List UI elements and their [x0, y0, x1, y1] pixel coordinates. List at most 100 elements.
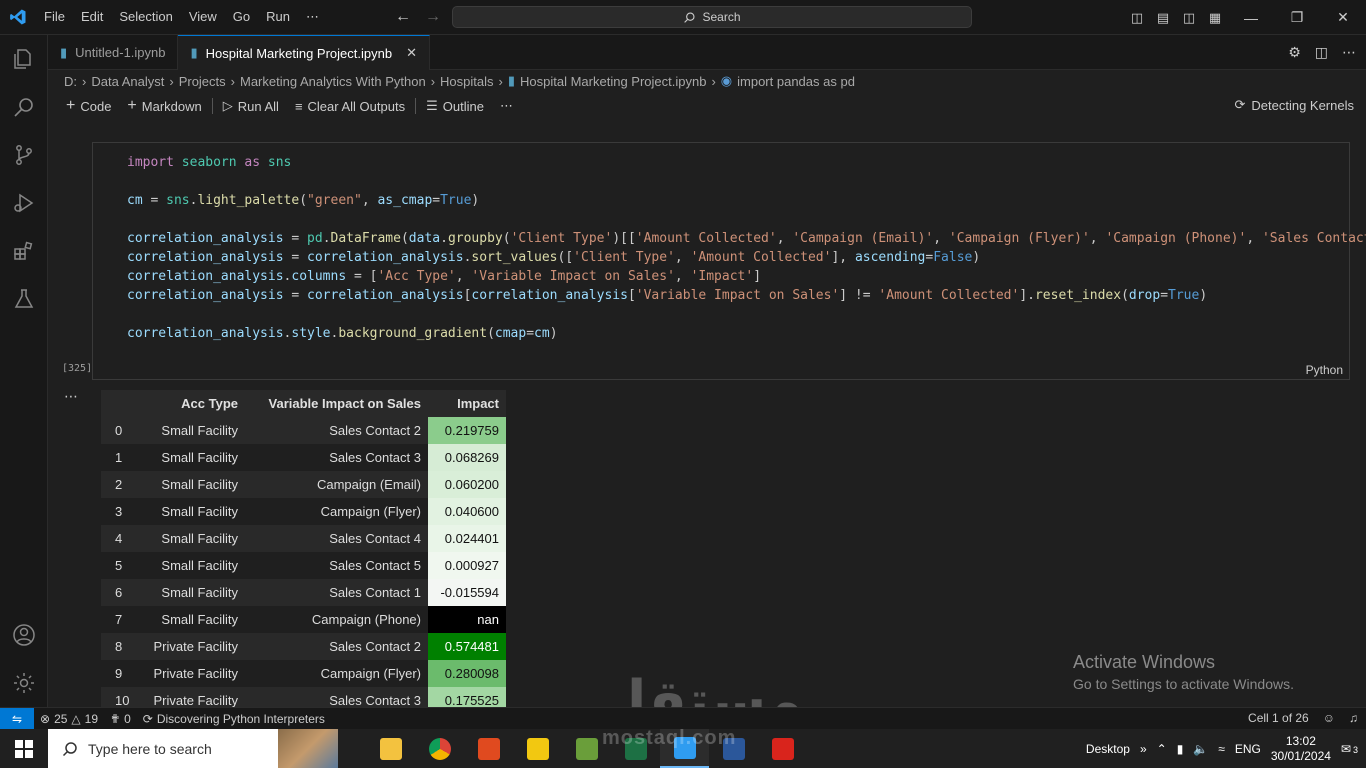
status-right: Cell 1 of 26 ☺ ♫	[1248, 711, 1358, 725]
acrobat-app-icon[interactable]	[758, 729, 807, 768]
menu-selection[interactable]: Selection	[111, 9, 180, 25]
search-sidebar-icon[interactable]	[0, 83, 48, 131]
cell-variable: Sales Contact 3	[245, 687, 428, 707]
cell-position[interactable]: Cell 1 of 26	[1248, 711, 1309, 725]
row-index: 0	[101, 417, 143, 444]
menu-run[interactable]: Run	[258, 9, 298, 25]
cell-language-label[interactable]: Python	[1306, 363, 1343, 377]
dataframe-output: Acc Type Variable Impact on Sales Impact…	[101, 390, 506, 707]
taskbar-search[interactable]: Type here to search	[48, 729, 338, 768]
office-app-icon[interactable]	[464, 729, 513, 768]
toggle-primary-sidebar-icon[interactable]: ◫	[1124, 10, 1150, 26]
extensions-icon[interactable]	[0, 227, 48, 275]
wifi-icon[interactable]: ≈	[1218, 742, 1225, 756]
add-code-button[interactable]: + Code	[58, 97, 119, 115]
ports-status[interactable]: ✟ 0	[104, 712, 137, 726]
chevron-right-icon: ›	[711, 73, 716, 89]
restore-icon[interactable]: ❐	[1274, 9, 1320, 26]
cell-impact: 0.040600	[428, 498, 506, 525]
customize-layout-icon[interactable]: ▦	[1202, 10, 1228, 26]
clock[interactable]: 13:02 30/01/2024	[1271, 734, 1331, 764]
code-cell[interactable]: import seaborn as sns cm = sns.light_pal…	[92, 142, 1366, 380]
remote-icon[interactable]: ⇋	[0, 707, 34, 730]
breadcrumb-item[interactable]: Marketing Analytics With Python	[240, 74, 426, 89]
notification-center-icon[interactable]: ✉ 3	[1341, 742, 1358, 756]
clear-outputs-button[interactable]: ≡ Clear All Outputs	[287, 99, 413, 114]
close-tab-icon[interactable]: ✕	[406, 45, 417, 61]
file-explorer-app-icon[interactable]	[366, 729, 415, 768]
accounts-icon[interactable]	[0, 611, 48, 659]
chevron-right-icon[interactable]: »	[1140, 742, 1147, 756]
interpreter-status[interactable]: ⟳ Discovering Python Interpreters	[137, 712, 331, 726]
menu-file[interactable]: File	[36, 9, 73, 25]
menu-go[interactable]: Go	[225, 9, 258, 25]
row-index: 9	[115, 666, 123, 681]
cell-variable: Sales Contact 2	[245, 417, 428, 444]
mostaql-watermark: مستقل	[598, 669, 803, 707]
toolbar-more-button[interactable]: ⋯	[492, 98, 521, 114]
menu-view[interactable]: View	[181, 9, 225, 25]
minimize-icon[interactable]: —	[1228, 10, 1274, 26]
breadcrumb-item[interactable]: Projects	[179, 74, 226, 89]
kernel-status[interactable]: ⟳ Detecting Kernels	[1234, 97, 1354, 113]
cell-variable: Campaign (Flyer)	[320, 666, 421, 681]
list-icon: ☰	[426, 98, 438, 113]
code-content[interactable]: import seaborn as sns cm = sns.light_pal…	[127, 153, 1366, 343]
breadcrumb-item[interactable]: Data Analyst	[91, 74, 164, 89]
language-indicator[interactable]: ENG	[1235, 742, 1261, 756]
breadcrumb-item[interactable]: import pandas as pd	[737, 74, 855, 89]
cell-impact: 0.068269	[428, 444, 506, 471]
cell-acc-type: Small Facility	[143, 471, 245, 498]
status-bar: ⇋ ⊗ 25 △ 19 ✟ 0 ⟳ Discovering Python Interpr…	[0, 707, 1366, 730]
tab-untitled[interactable]: ▮ Untitled-1.ipynb	[48, 35, 179, 70]
battery-icon[interactable]: ▮	[1177, 742, 1184, 756]
table-row: 2 Small Facility Campaign (Email) 0.060200	[101, 471, 506, 498]
row-index: 4	[101, 525, 143, 552]
cell-impact: nan	[428, 606, 506, 633]
testing-flask-icon[interactable]	[0, 275, 48, 323]
desktop-label[interactable]: Desktop	[1086, 742, 1130, 756]
notifications-bell-icon[interactable]: ♫	[1349, 711, 1358, 725]
taskbar-search-placeholder: Type here to search	[88, 740, 212, 757]
cell-acc-type: Private Facility	[143, 633, 245, 660]
outline-button[interactable]: ☰ Outline	[418, 98, 492, 114]
add-markdown-button[interactable]: + Markdown	[119, 97, 209, 115]
tab-actions: ⚙ ◫ ⋯	[1288, 44, 1356, 61]
forward-arrow-icon[interactable]: →	[425, 8, 441, 26]
taskbar-apps	[366, 729, 807, 768]
chrome-app-icon[interactable]	[415, 729, 464, 768]
toggle-panel-icon[interactable]: ▤	[1150, 10, 1176, 26]
back-arrow-icon[interactable]: ←	[395, 8, 411, 26]
split-editor-icon[interactable]: ◫	[1315, 44, 1328, 61]
run-debug-icon[interactable]	[0, 179, 48, 227]
power-bi-app-icon[interactable]	[513, 729, 562, 768]
notebook-editor: import seaborn as sns cm = sns.light_pal…	[48, 120, 1366, 707]
cell-acc-type: Small Facility	[143, 525, 245, 552]
volume-icon[interactable]: 🔈	[1193, 742, 1208, 756]
tab-hospital-marketing[interactable]: ▮ Hospital Marketing Project.ipynb ✕	[178, 35, 430, 70]
breadcrumb-item[interactable]: Hospitals	[440, 74, 493, 89]
problems-status[interactable]: ⊗ 25 △ 19	[34, 712, 104, 726]
feedback-icon[interactable]: ☺	[1323, 711, 1335, 725]
run-all-button[interactable]: ▷ Run All	[215, 98, 287, 114]
toggle-secondary-sidebar-icon[interactable]: ◫	[1176, 10, 1202, 26]
chevron-up-icon[interactable]: ⌃	[1157, 742, 1167, 756]
breadcrumb-item[interactable]: Hospital Marketing Project.ipynb	[520, 74, 706, 89]
breadcrumb-item[interactable]: D:	[64, 74, 77, 89]
table-header-row: Acc Type Variable Impact on Sales Impact	[101, 390, 506, 417]
menu-edit[interactable]: Edit	[73, 9, 111, 25]
cell-acc-type: Private Facility	[143, 687, 245, 707]
notebook-toolbar: + Code + Markdown ▷ Run All ≡ Clear All Outp…	[48, 93, 1366, 119]
windows-start-icon[interactable]	[0, 729, 48, 768]
close-window-icon[interactable]: ✕	[1320, 9, 1366, 26]
activate-windows-title: Activate Windows	[1073, 652, 1216, 672]
more-actions-icon[interactable]: ⋯	[1342, 44, 1356, 61]
output-more-icon[interactable]: ⋯	[64, 388, 78, 405]
cell-acc-type: Small Facility	[143, 579, 245, 606]
manage-gear-icon[interactable]	[0, 659, 48, 707]
settings-gear-icon[interactable]: ⚙	[1288, 44, 1301, 61]
command-center-search[interactable]: Search	[452, 6, 972, 28]
explorer-icon[interactable]	[0, 35, 48, 83]
source-control-icon[interactable]	[0, 131, 48, 179]
menu-more[interactable]: ⋯	[298, 9, 327, 25]
